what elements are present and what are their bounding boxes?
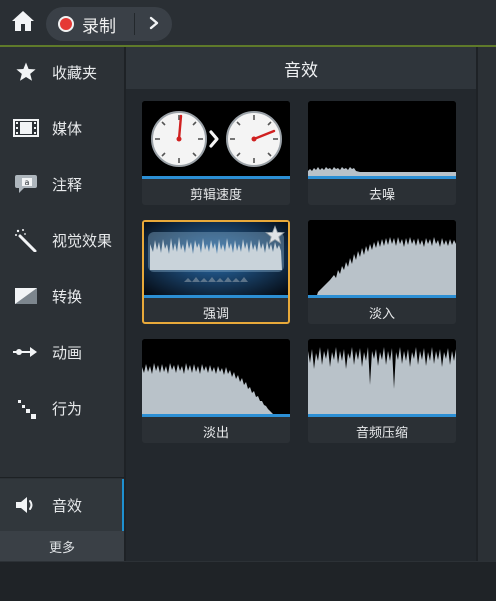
sidebar: 收藏夹 媒体 a 注释 视觉效果 转换 动画 行为 音效 更多 xyxy=(0,47,124,561)
sidebar-item-label: 注释 xyxy=(52,175,83,194)
sidebar-item-audio-effects[interactable]: 音效 xyxy=(0,479,124,531)
film-icon xyxy=(12,114,40,142)
record-divider xyxy=(134,13,135,35)
record-button[interactable]: 录制 xyxy=(46,7,134,41)
panel-title: 音效 xyxy=(126,47,476,89)
effect-card-fade-out[interactable]: 淡出 xyxy=(142,339,290,443)
bottom-bar xyxy=(0,561,496,601)
fade-out-thumbnail xyxy=(142,339,290,417)
favorite-star-icon[interactable] xyxy=(265,225,285,245)
sidebar-item-label: 动画 xyxy=(52,343,83,362)
effect-card-compression[interactable]: 音频压缩 xyxy=(308,339,456,443)
clip-speed-thumbnail xyxy=(142,101,290,179)
annotation-icon: a xyxy=(12,170,40,198)
effect-label: 去噪 xyxy=(368,187,395,203)
top-toolbar: 录制 xyxy=(0,0,496,47)
effect-card-noise-removal[interactable]: 去噪 xyxy=(308,101,456,205)
noise-removal-thumbnail xyxy=(308,101,456,179)
sidebar-item-label: 视觉效果 xyxy=(52,231,113,250)
sidebar-item-transitions[interactable]: 转换 xyxy=(0,273,124,319)
sidebar-divider xyxy=(0,477,124,478)
sidebar-item-label: 音效 xyxy=(52,496,83,515)
sidebar-item-annotations[interactable]: a 注释 xyxy=(0,161,124,207)
thumbnail-accent-bar xyxy=(142,176,290,179)
chevron-right-icon xyxy=(148,15,160,34)
effect-label: 剪辑速度 xyxy=(189,187,242,203)
thumbnail-accent-bar xyxy=(308,414,456,417)
home-button[interactable] xyxy=(8,9,38,37)
sidebar-item-behaviors[interactable]: 行为 xyxy=(0,385,124,431)
thumbnail-accent-bar xyxy=(308,176,456,179)
record-options-button[interactable] xyxy=(136,7,172,41)
effects-panel: 音效 剪辑速度 去噪 强调 淡入 淡出 音频压缩 xyxy=(126,47,476,561)
fade-in-thumbnail xyxy=(308,220,456,298)
thumbnail-accent-bar xyxy=(308,295,456,298)
sidebar-item-label: 转换 xyxy=(52,287,83,306)
sidebar-item-animations[interactable]: 动画 xyxy=(0,329,124,375)
effect-label: 音频压缩 xyxy=(355,425,408,441)
right-scroll-strip[interactable] xyxy=(478,47,496,561)
sidebar-item-visual-effects[interactable]: 视觉效果 xyxy=(0,217,124,263)
speaker-icon xyxy=(12,491,40,519)
star-icon xyxy=(12,58,40,86)
effect-card-fade-in[interactable]: 淡入 xyxy=(308,220,456,324)
effect-label: 淡出 xyxy=(202,425,229,441)
compression-thumbnail xyxy=(308,339,456,417)
effect-card-emphasize[interactable]: 强调 xyxy=(142,220,290,324)
transition-icon xyxy=(12,282,40,310)
record-dot-icon xyxy=(58,16,74,32)
behavior-icon xyxy=(12,394,40,422)
sidebar-item-label: 行为 xyxy=(52,399,83,418)
svg-text:a: a xyxy=(25,178,30,187)
record-control: 录制 xyxy=(46,7,172,41)
more-button[interactable]: 更多 xyxy=(0,531,124,561)
sidebar-item-media[interactable]: 媒体 xyxy=(0,105,124,151)
effect-label: 淡入 xyxy=(368,306,395,322)
sidebar-item-label: 收藏夹 xyxy=(52,63,98,82)
home-icon xyxy=(11,10,35,36)
animation-arrow-icon xyxy=(12,338,40,366)
thumbnail-accent-bar xyxy=(142,414,290,417)
sidebar-item-favorites[interactable]: 收藏夹 xyxy=(0,49,124,95)
record-label: 录制 xyxy=(82,16,116,37)
magic-wand-icon xyxy=(12,226,40,254)
thumbnail-accent-bar xyxy=(144,295,288,298)
effect-label: 强调 xyxy=(202,306,229,322)
effect-card-clip-speed[interactable]: 剪辑速度 xyxy=(142,101,290,205)
sidebar-item-label: 媒体 xyxy=(52,119,83,138)
